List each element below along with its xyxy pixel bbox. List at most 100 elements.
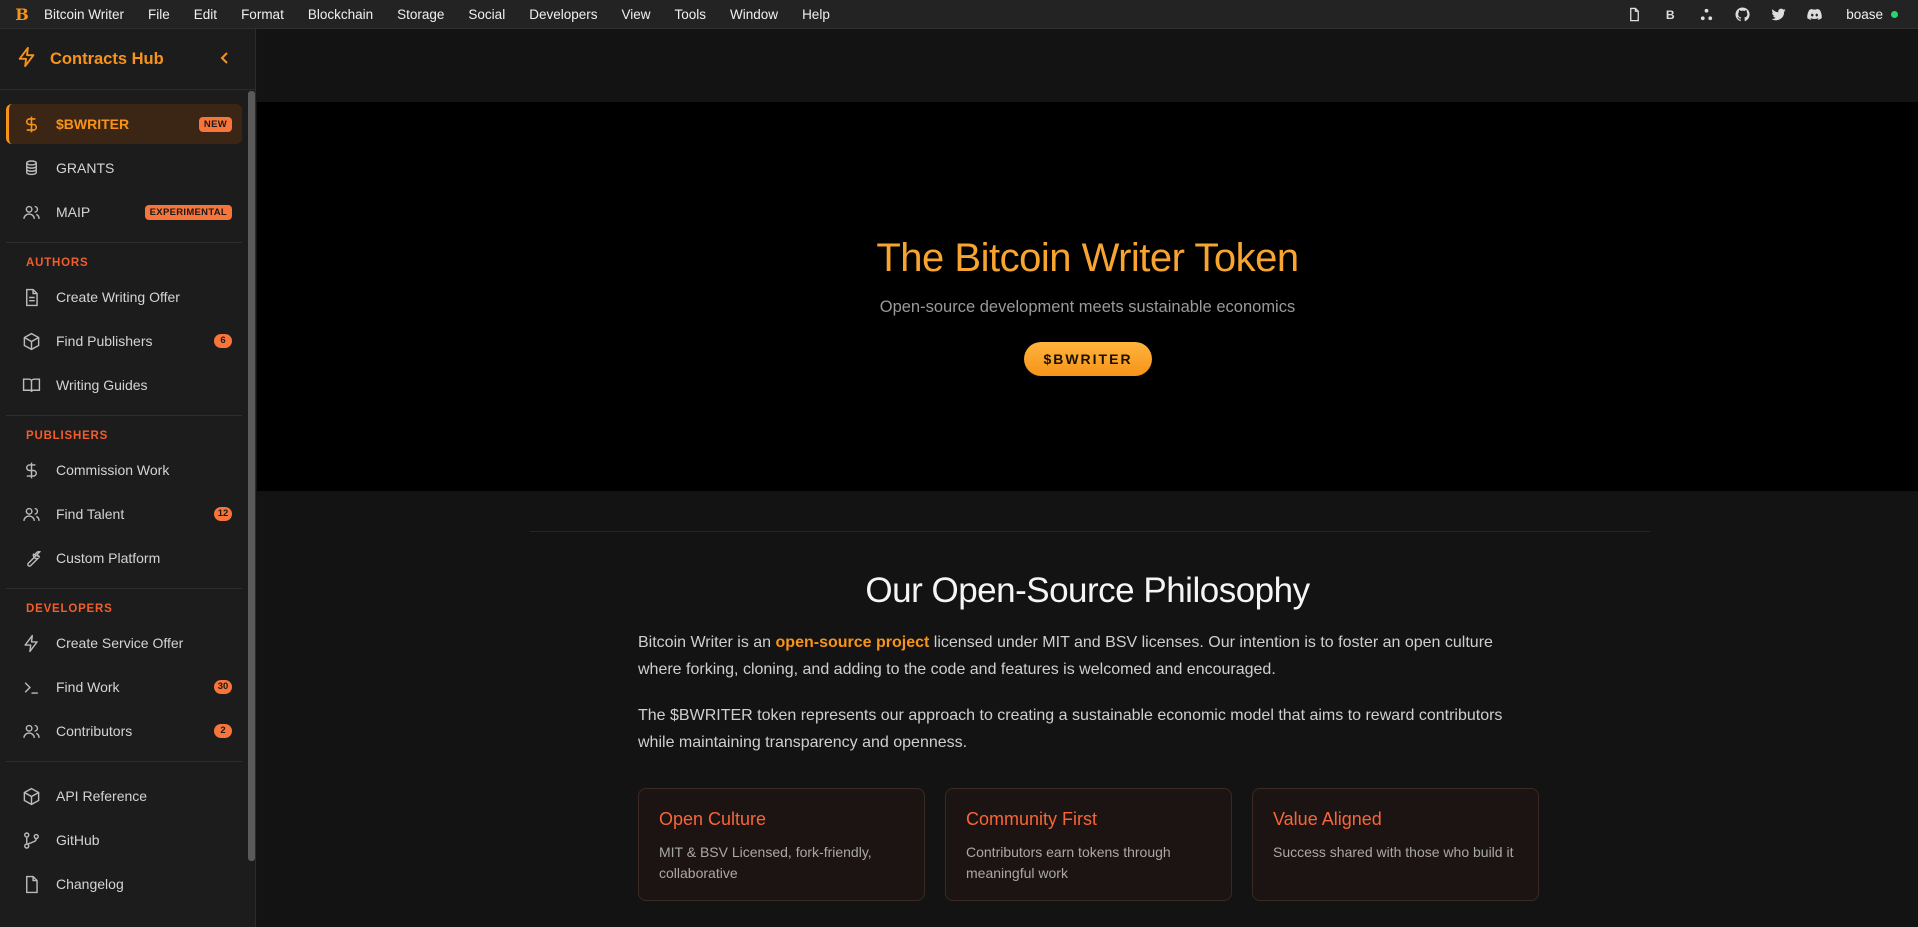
wrench-icon xyxy=(20,547,42,569)
sidebar-item-label: Create Service Offer xyxy=(56,635,184,651)
sidebar-nav: $BWRITER NEW GRANTS MAIP EXPERIMENTAL AU… xyxy=(0,90,255,904)
card-open-culture: Open Culture MIT & BSV Licensed, fork-fr… xyxy=(638,788,925,901)
philosophy-paragraph-1: Bitcoin Writer is an open-source project… xyxy=(638,629,1538,683)
card-value-aligned: Value Aligned Success shared with those … xyxy=(1252,788,1539,901)
main-content: The Bitcoin Writer Token Open-source dev… xyxy=(257,29,1918,927)
bitcoin-b-icon[interactable]: B xyxy=(1652,7,1688,22)
philosophy-paragraph-2: The $BWRITER token represents our approa… xyxy=(638,707,1503,751)
menu-window[interactable]: Window xyxy=(730,7,778,22)
section-title-publishers: PUBLISHERS xyxy=(26,430,109,442)
menu-help[interactable]: Help xyxy=(802,7,830,22)
dollar-icon xyxy=(20,113,42,135)
card-title: Open Culture xyxy=(659,809,767,829)
divider xyxy=(6,415,242,416)
menu-storage[interactable]: Storage xyxy=(397,7,444,22)
card-title: Value Aligned xyxy=(1273,809,1382,829)
section-title-developers: DEVELOPERS xyxy=(26,603,113,615)
sidebar-item-label: Changelog xyxy=(56,876,124,892)
users-icon xyxy=(20,720,42,742)
sidebar-item-changelog[interactable]: Changelog xyxy=(6,864,242,904)
package-icon xyxy=(20,785,42,807)
menu-format[interactable]: Format xyxy=(241,7,284,22)
count-badge: 2 xyxy=(214,724,232,738)
sidebar-item-label: Create Writing Offer xyxy=(56,289,180,305)
sidebar-header: Contracts Hub xyxy=(0,29,255,90)
paragraph-text: Bitcoin Writer is an xyxy=(638,634,776,651)
sidebar-item-contributors[interactable]: Contributors 2 xyxy=(6,711,242,751)
menu-social[interactable]: Social xyxy=(468,7,505,22)
sidebar-item-label: API Reference xyxy=(56,788,148,804)
sidebar-item-label: GRANTS xyxy=(56,160,115,176)
card-description: Success shared with those who build it xyxy=(1273,844,1514,860)
bolt-icon xyxy=(16,46,38,73)
package-icon xyxy=(20,330,42,352)
sidebar-item-writing-guides[interactable]: Writing Guides xyxy=(6,365,242,405)
sidebar-item-label: $BWRITER xyxy=(56,116,130,132)
chevron-left-icon[interactable] xyxy=(219,51,231,70)
sidebar-title: Contracts Hub xyxy=(50,49,164,68)
sidebar-item-label: Find Work xyxy=(56,679,120,695)
document-icon xyxy=(20,286,42,308)
twitter-icon[interactable] xyxy=(1760,7,1796,22)
sidebar-item-create-service-offer[interactable]: Create Service Offer xyxy=(6,623,242,663)
menu-file[interactable]: File xyxy=(148,7,170,22)
menu-blockchain[interactable]: Blockchain xyxy=(308,7,373,22)
sidebar-item-find-work[interactable]: Find Work 30 xyxy=(6,667,242,707)
divider xyxy=(6,761,242,762)
sidebar-item-custom-platform[interactable]: Custom Platform xyxy=(6,538,242,578)
hero-section: The Bitcoin Writer Token Open-source dev… xyxy=(257,102,1918,491)
card-community-first: Community First Contributors earn tokens… xyxy=(945,788,1232,901)
sidebar-item-label: Commission Work xyxy=(56,462,170,478)
discord-icon[interactable] xyxy=(1796,7,1832,22)
app-logo[interactable]: B xyxy=(0,5,44,24)
divider xyxy=(6,588,242,589)
terminal-icon xyxy=(20,676,42,698)
sidebar-scrollbar[interactable] xyxy=(248,91,255,861)
sidebar-item-grants[interactable]: GRANTS xyxy=(6,148,242,188)
document-icon xyxy=(20,873,42,895)
card-title: Community First xyxy=(966,809,1098,829)
sidebar-item-label: MAIP xyxy=(56,204,91,220)
sidebar-item-label: Contributors xyxy=(56,723,133,739)
experimental-badge: EXPERIMENTAL xyxy=(144,204,232,220)
sidebar-item-find-talent[interactable]: Find Talent 12 xyxy=(6,494,242,534)
menu-tools[interactable]: Tools xyxy=(675,7,707,22)
hero-title: The Bitcoin Writer Token xyxy=(876,236,1299,280)
users-icon xyxy=(20,503,42,525)
sidebar-item-find-publishers[interactable]: Find Publishers 6 xyxy=(6,321,242,361)
section-title-authors: AUTHORS xyxy=(26,257,89,269)
dollar-icon xyxy=(20,459,42,481)
network-icon[interactable] xyxy=(1688,7,1724,22)
sidebar-item-label: Writing Guides xyxy=(56,377,148,393)
sidebar-item-maip[interactable]: MAIP EXPERIMENTAL xyxy=(6,192,242,232)
value-cards: Open Culture MIT & BSV Licensed, fork-fr… xyxy=(638,788,1559,901)
bwriter-button[interactable]: $BWRITER xyxy=(1024,342,1152,376)
sidebar-item-github[interactable]: GitHub xyxy=(6,820,242,860)
github-icon[interactable] xyxy=(1724,7,1760,22)
sidebar: Contracts Hub $BWRITER NEW GRANTS MAIP E… xyxy=(0,29,256,927)
sidebar-item-bwriter[interactable]: $BWRITER NEW xyxy=(6,104,242,144)
sidebar-item-commission-work[interactable]: Commission Work xyxy=(6,450,242,490)
menu-developers[interactable]: Developers xyxy=(529,7,597,22)
bolt-icon xyxy=(20,632,42,654)
menu-edit[interactable]: Edit xyxy=(194,7,217,22)
open-source-project-link[interactable]: open-source project xyxy=(776,634,930,651)
menu-bar: B Bitcoin Writer File Edit Format Blockc… xyxy=(0,0,1918,29)
svg-text:B: B xyxy=(1666,8,1675,22)
new-badge: NEW xyxy=(198,116,232,132)
sidebar-item-api-reference[interactable]: API Reference xyxy=(6,776,242,816)
online-status-dot xyxy=(1891,11,1898,18)
count-badge: 12 xyxy=(214,507,232,521)
sidebar-item-create-writing-offer[interactable]: Create Writing Offer xyxy=(6,277,242,317)
sidebar-item-label: Custom Platform xyxy=(56,550,161,566)
count-badge: 6 xyxy=(214,334,232,348)
sidebar-item-label: GitHub xyxy=(56,832,100,848)
divider xyxy=(6,242,242,243)
menu-bitcoin-writer[interactable]: Bitcoin Writer xyxy=(44,7,124,22)
user-name[interactable]: boase xyxy=(1846,7,1883,22)
menu-view[interactable]: View xyxy=(622,7,651,22)
document-icon[interactable] xyxy=(1616,7,1652,22)
sidebar-item-label: Find Talent xyxy=(56,506,125,522)
menubar-right: B boase xyxy=(1616,0,1918,29)
users-icon xyxy=(20,201,42,223)
